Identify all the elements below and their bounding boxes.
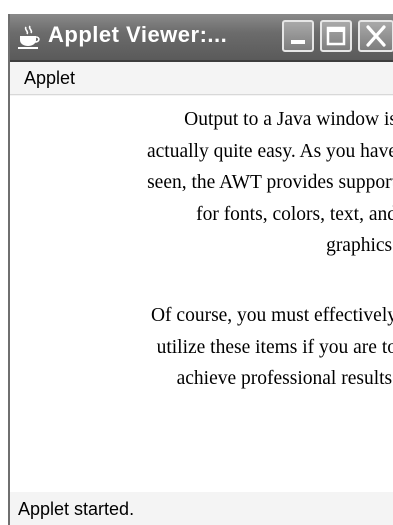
maximize-icon bbox=[326, 26, 346, 46]
minimize-button[interactable] bbox=[282, 20, 314, 52]
paragraph-1-line: seen, the AWT provides support bbox=[147, 172, 393, 193]
window-title: Applet Viewer:... bbox=[48, 22, 228, 47]
paragraph-1-line: graphics. bbox=[326, 235, 393, 256]
paragraph-1-line: for fonts, colors, text, and bbox=[196, 203, 393, 225]
paragraph-1: Output to a Java window is actually quit… bbox=[17, 104, 393, 262]
paragraph-2-line: Of course, you must effectively bbox=[150, 305, 393, 326]
applet-viewer-window: Applet Viewer:... Applet Output to a Jav… bbox=[8, 14, 393, 525]
applet-content-area: Output to a Java window is actually quit… bbox=[10, 96, 393, 492]
maximize-button[interactable] bbox=[320, 20, 352, 52]
paragraph-1-line: actually quite easy. As you have bbox=[147, 140, 393, 162]
java-cup-icon[interactable] bbox=[16, 24, 42, 50]
minimize-icon bbox=[291, 40, 305, 44]
paragraph-1-line: Output to a Java window is bbox=[184, 109, 393, 130]
screenshot-page: Applet Viewer:... Applet Output to a Jav… bbox=[0, 0, 393, 525]
menu-bar: Applet bbox=[10, 62, 393, 95]
paragraph-2: Of course, you must effectively utilize … bbox=[17, 300, 393, 395]
status-bar: Applet started. bbox=[10, 494, 393, 525]
title-bar[interactable]: Applet Viewer:... bbox=[10, 14, 393, 62]
paragraph-2-line: achieve professional results. bbox=[176, 368, 393, 389]
paragraph-2-line: utilize these items if you are to bbox=[156, 336, 393, 358]
status-text: Applet started. bbox=[18, 499, 135, 519]
close-button[interactable] bbox=[358, 20, 393, 52]
menu-applet[interactable]: Applet bbox=[24, 68, 75, 89]
close-icon bbox=[366, 25, 386, 47]
